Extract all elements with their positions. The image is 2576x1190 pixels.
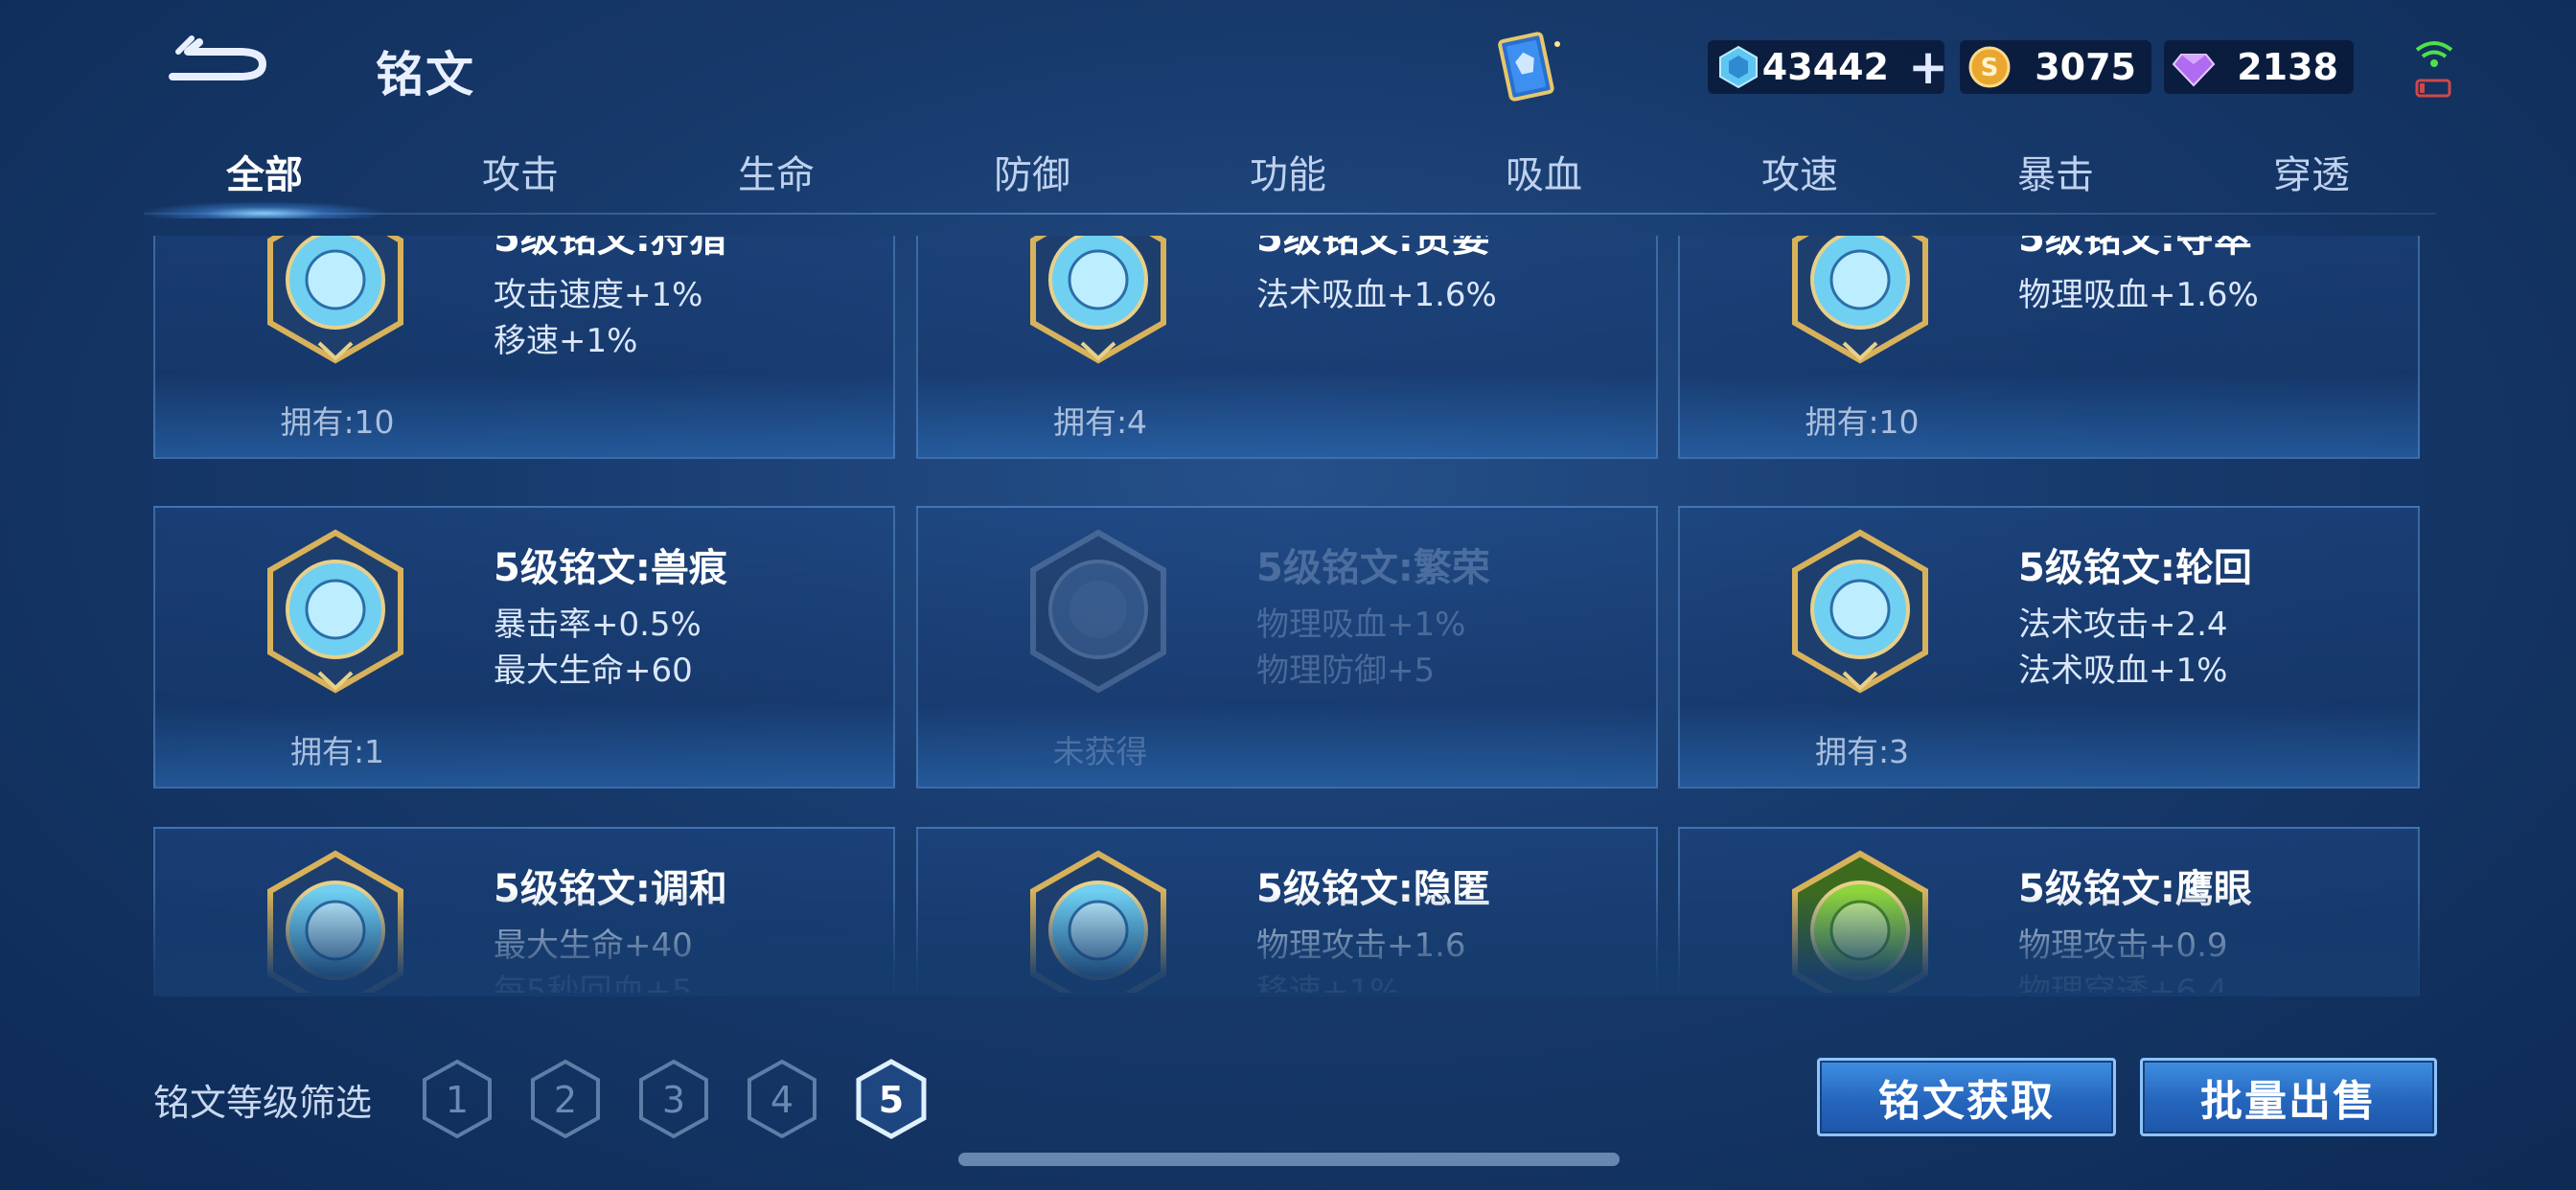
- inscription-badge-icon: [1026, 850, 1170, 993]
- tab-penetration[interactable]: 穿透: [2216, 144, 2407, 199]
- tab-health[interactable]: 生命: [680, 144, 872, 199]
- tab-crit[interactable]: 暴击: [1960, 144, 2151, 199]
- inscription-card[interactable]: 5级铭文:调和 最大生命+40 每5秒回血+5: [153, 827, 895, 993]
- inscription-card[interactable]: 5级铭文:鹰眼 物理攻击+0.9 物理穿透+6.4: [1678, 827, 2420, 993]
- home-indicator[interactable]: [958, 1153, 1620, 1166]
- inscription-card[interactable]: 5级铭文:轮回 法术攻击+2.4 法术吸血+1% 拥有:3: [1678, 506, 2420, 789]
- gem-currency: 43442 +: [1708, 40, 1948, 94]
- inscription-card[interactable]: 5级铭文:贪婪 法术吸血+1.6% 拥有:4: [916, 236, 1658, 459]
- tab-defense[interactable]: 防御: [936, 144, 1128, 199]
- active-tab-indicator: [139, 201, 388, 218]
- svg-text:4: 4: [770, 1079, 794, 1121]
- gem-icon: [1719, 45, 1758, 89]
- tab-divider: [144, 213, 2436, 215]
- gold-coin-icon: S: [1968, 46, 2011, 88]
- level-filter-1[interactable]: 1: [421, 1059, 494, 1139]
- gold-value: 3075: [2035, 46, 2136, 88]
- gold-currency: S 3075: [1960, 40, 2151, 94]
- tab-all[interactable]: 全部: [169, 144, 360, 199]
- inscription-card[interactable]: 5级铭文:狩猎 攻击速度+1% 移速+1% 拥有:10: [153, 236, 895, 459]
- diamond-value: 2138: [2237, 46, 2338, 88]
- back-button[interactable]: [163, 33, 273, 96]
- obtain-inscription-button[interactable]: 铭文获取: [1817, 1058, 2116, 1136]
- inscription-badge-icon: [1788, 529, 1932, 694]
- inscription-badge-icon: [264, 236, 407, 364]
- bulk-sell-button[interactable]: 批量出售: [2140, 1058, 2437, 1136]
- svg-text:5: 5: [879, 1079, 904, 1121]
- inscription-card[interactable]: 5级铭文:繁荣 物理吸血+1% 物理防御+5 未获得: [916, 506, 1658, 789]
- inscription-badge-icon: [1026, 236, 1170, 364]
- tab-lifesteal[interactable]: 吸血: [1448, 144, 1640, 199]
- level-filter-3[interactable]: 3: [637, 1059, 710, 1139]
- tab-utility[interactable]: 功能: [1192, 144, 1384, 199]
- diamond-icon: [2172, 54, 2216, 87]
- inscription-badge-icon: [1026, 529, 1170, 694]
- network-battery-icon: [2415, 41, 2453, 98]
- inscription-badge-icon: [264, 529, 407, 694]
- inscription-badge-icon: [1788, 850, 1932, 993]
- inscription-badge-icon: [1788, 236, 1932, 364]
- level-filter-label: 铭文等级筛选: [153, 1082, 373, 1124]
- inscription-card[interactable]: 5级铭文:夺萃 物理吸血+1.6% 拥有:10: [1678, 236, 2420, 459]
- inscription-book-icon[interactable]: [1490, 29, 1567, 110]
- svg-text:3: 3: [662, 1079, 685, 1121]
- inscription-card[interactable]: 5级铭文:兽痕 暴击率+0.5% 最大生命+60 拥有:1: [153, 506, 895, 789]
- level-filter-5[interactable]: 5: [855, 1059, 928, 1139]
- inscription-grid: 5级铭文:狩猎 攻击速度+1% 移速+1% 拥有:10 5级铭文:贪婪 法术吸血…: [153, 236, 2420, 993]
- svg-text:S: S: [1981, 54, 1999, 82]
- category-tabs: 全部 攻击 生命 防御 功能 吸血 攻速 暴击 穿透: [144, 144, 2434, 211]
- gem-value: 43442: [1761, 46, 1889, 88]
- inscription-card[interactable]: 5级铭文:隐匿 物理攻击+1.6 移速+1%: [916, 827, 1658, 993]
- inscription-badge-icon: [264, 850, 407, 993]
- tab-attack[interactable]: 攻击: [425, 144, 616, 199]
- tab-attack-speed[interactable]: 攻速: [1704, 144, 1896, 199]
- level-filter-4[interactable]: 4: [746, 1059, 818, 1139]
- svg-text:2: 2: [554, 1079, 577, 1121]
- page-title: 铭文: [376, 47, 475, 103]
- add-gem-icon[interactable]: +: [1908, 43, 1948, 91]
- svg-text:1: 1: [446, 1079, 469, 1121]
- level-filter-2[interactable]: 2: [529, 1059, 602, 1139]
- diamond-currency: 2138: [2164, 40, 2354, 94]
